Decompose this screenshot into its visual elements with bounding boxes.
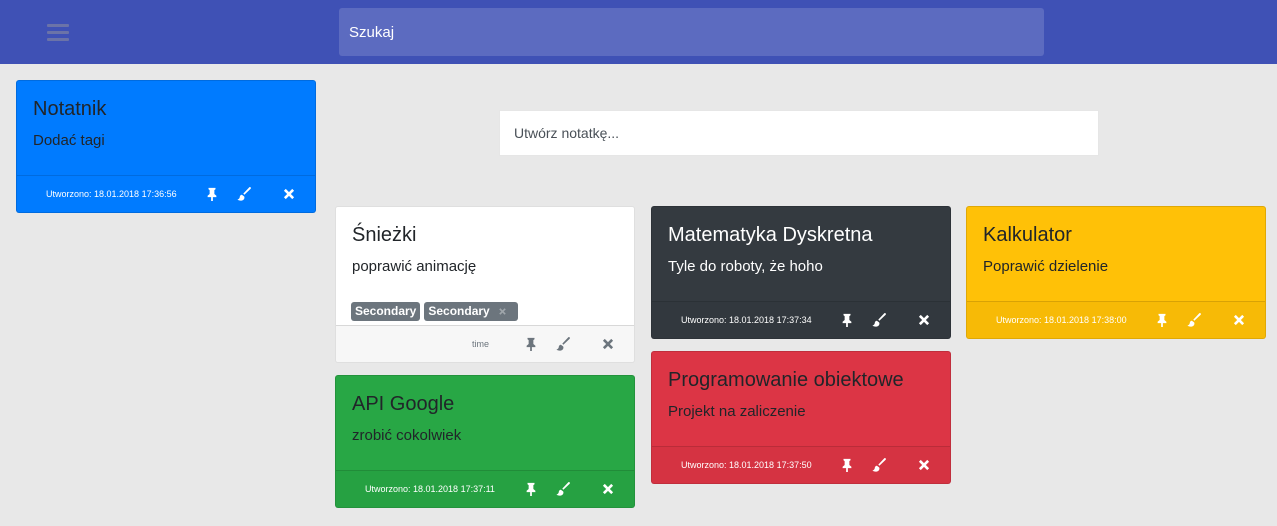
created-timestamp: Utworzono: 18.01.2018 17:37:34 — [681, 315, 812, 325]
pin-icon[interactable] — [522, 335, 540, 353]
paintbrush-icon[interactable] — [235, 185, 253, 203]
note-title: Notatnik — [33, 98, 107, 120]
note-text: Tyle do roboty, że hoho — [668, 258, 823, 275]
note-footer: time — [336, 325, 634, 362]
note-text: poprawić animację — [352, 258, 477, 275]
paintbrush-icon[interactable] — [870, 456, 888, 474]
note-text: Poprawić dzielenie — [983, 258, 1109, 275]
note-title: Śnieżki — [352, 224, 417, 246]
note-footer: Utworzono: 18.01.2018 17:37:50 — [652, 446, 950, 483]
close-icon[interactable] — [280, 185, 298, 203]
note-card-kalkulator[interactable]: Kalkulator Poprawić dzielenie Utworzono:… — [966, 206, 1266, 339]
created-timestamp: Utworzono: 18.01.2018 17:37:50 — [681, 460, 812, 470]
close-icon[interactable] — [915, 311, 933, 329]
note-title: Kalkulator — [983, 224, 1072, 246]
tag-badge[interactable]: Secondary — [351, 302, 421, 321]
pin-icon[interactable] — [838, 311, 856, 329]
note-footer: Utworzono: 18.01.2018 17:36:56 — [17, 175, 315, 212]
pin-icon[interactable] — [522, 480, 540, 498]
note-card-notatnik[interactable]: Notatnik Dodać tagi Utworzono: 18.01.201… — [16, 80, 316, 213]
note-title: Matematyka Dyskretna — [668, 224, 873, 246]
note-text: Projekt na zaliczenie — [668, 403, 806, 420]
pin-icon[interactable] — [203, 185, 221, 203]
note-footer: Utworzono: 18.01.2018 17:38:00 — [967, 301, 1265, 338]
note-card-api-google[interactable]: API Google zrobić cokolwiek Utworzono: 1… — [335, 375, 635, 508]
tag-badge[interactable]: Secondary — [424, 302, 518, 321]
pin-icon[interactable] — [838, 456, 856, 474]
note-card-sniezki[interactable]: Śnieżki poprawić animację Secondary Seco… — [335, 206, 635, 363]
paintbrush-icon[interactable] — [554, 480, 572, 498]
pin-icon[interactable] — [1153, 311, 1171, 329]
note-footer: Utworzono: 18.01.2018 17:37:11 — [336, 470, 634, 507]
created-timestamp: Utworzono: 18.01.2018 17:38:00 — [996, 315, 1127, 325]
note-title: Programowanie obiektowe — [668, 369, 904, 391]
paintbrush-icon[interactable] — [870, 311, 888, 329]
note-text: zrobić cokolwiek — [352, 427, 462, 444]
paintbrush-icon[interactable] — [554, 335, 572, 353]
remove-tag-icon[interactable] — [498, 307, 508, 317]
note-card-programowanie[interactable]: Programowanie obiektowe Projekt na zalic… — [651, 351, 951, 484]
create-note-input[interactable] — [499, 110, 1099, 156]
hamburger-icon — [47, 24, 69, 27]
note-card-matematyka[interactable]: Matematyka Dyskretna Tyle do roboty, że … — [651, 206, 951, 339]
created-timestamp: Utworzono: 18.01.2018 17:37:11 — [365, 484, 495, 494]
note-footer: Utworzono: 18.01.2018 17:37:34 — [652, 301, 950, 338]
hamburger-menu-button[interactable] — [38, 16, 78, 48]
close-icon[interactable] — [915, 456, 933, 474]
note-title: API Google — [352, 393, 455, 415]
search-input[interactable] — [339, 8, 1044, 56]
close-icon[interactable] — [599, 335, 617, 353]
tag-list: Secondary Secondary — [351, 302, 518, 321]
created-timestamp: Utworzono: 18.01.2018 17:36:56 — [46, 189, 177, 199]
paintbrush-icon[interactable] — [1185, 311, 1203, 329]
close-icon[interactable] — [1230, 311, 1248, 329]
top-app-bar — [0, 0, 1277, 64]
created-timestamp: time — [472, 339, 490, 349]
close-icon[interactable] — [599, 480, 617, 498]
note-text: Dodać tagi — [33, 132, 105, 149]
